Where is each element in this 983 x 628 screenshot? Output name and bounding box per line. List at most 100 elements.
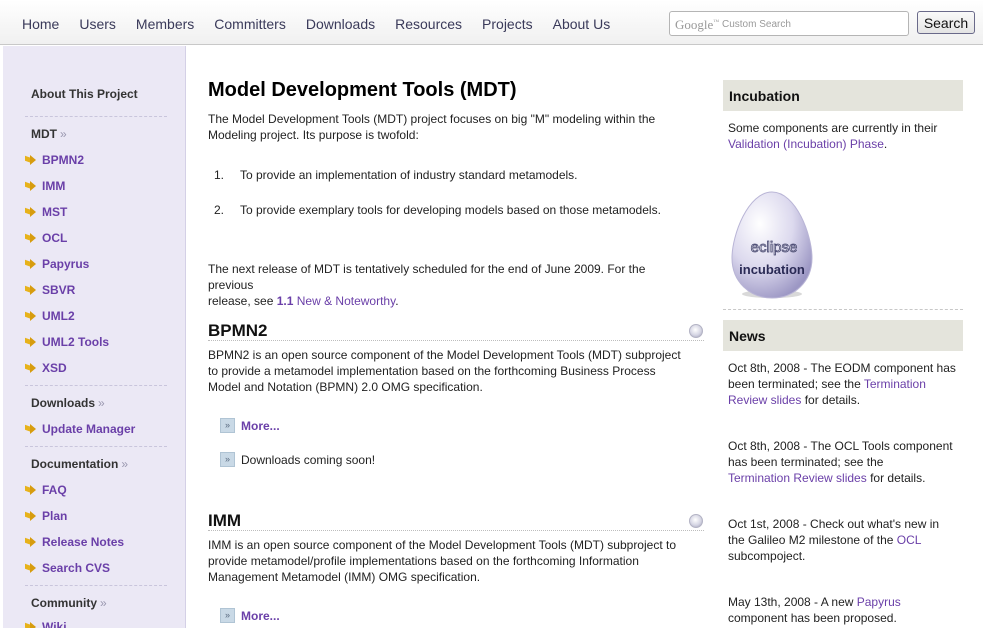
sidebar-item-bpmn2[interactable]: BPMN2 (25, 153, 84, 167)
list-text: To provide exemplary tools for developin… (240, 203, 661, 217)
sidebar-divider (25, 446, 167, 447)
arrow-bullet-icon (25, 311, 37, 321)
intro-paragraph: The Model Development Tools (MDT) projec… (208, 111, 678, 143)
incubation-text: Some components are currently in their V… (728, 120, 964, 152)
bpmn2-downloads-note: » Downloads coming soon! (220, 452, 375, 467)
sidebar-item-sbvr[interactable]: SBVR (25, 283, 75, 297)
sidebar-divider (25, 116, 167, 117)
bpmn2-description: BPMN2 is an open source component of the… (208, 347, 704, 395)
list-text: To provide an implementation of industry… (240, 168, 578, 182)
termination-review-link[interactable]: Termination (864, 377, 926, 391)
description-line: BPMN2 is an open source component of the… (208, 348, 681, 362)
arrow-bullet-icon (25, 155, 37, 165)
description-line: provide metamodel/profile implementation… (208, 554, 639, 568)
release-paragraph: The next release of MDT is tentatively s… (208, 261, 678, 309)
description-line: IMM is an open source component of the M… (208, 538, 676, 552)
news-item: Oct 8th, 2008 - The OCL Tools component … (728, 439, 953, 485)
arrow-bullet-icon (25, 337, 37, 347)
sidebar-item-mst[interactable]: MST (25, 205, 67, 219)
papyrus-link[interactable]: Papyrus (857, 595, 901, 609)
rss-orb-icon[interactable] (689, 514, 703, 528)
sidebar-item-search-cvs[interactable]: Search CVS (25, 561, 110, 575)
arrow-bullet-icon (25, 563, 37, 573)
right-divider (723, 309, 963, 310)
arrow-bullet-icon (25, 259, 37, 269)
list-number: 2. (214, 203, 225, 217)
list-item: 2. To provide exemplary tools for develop… (214, 203, 661, 217)
chevron-right-icon: » (100, 596, 107, 610)
sidebar-item-uml2[interactable]: UML2 (25, 309, 75, 323)
sidebar-community-heading[interactable]: Community» (31, 596, 107, 610)
sidebar-item-xsd[interactable]: XSD (25, 361, 67, 375)
chevron-right-icon: » (60, 127, 67, 141)
double-chevron-icon: » (220, 608, 235, 623)
sidebar-about-heading[interactable]: About This Project (31, 87, 138, 101)
nav-users[interactable]: Users (79, 16, 116, 32)
top-navigation-bar: Home Users Members Committers Downloads … (0, 0, 983, 45)
new-and-noteworthy-link[interactable]: 1.1 New & Noteworthy (277, 294, 396, 308)
main-menu: Home Users Members Committers Downloads … (22, 16, 630, 32)
imm-more-link[interactable]: » More... (220, 608, 280, 623)
ocl-link[interactable]: OCL (897, 533, 922, 547)
news-item: Oct 1st, 2008 - Check out what's new in … (728, 517, 940, 563)
eclipse-incubation-egg-logo[interactable]: eclipse incubation (730, 190, 814, 300)
svg-text:eclipse: eclipse (751, 239, 798, 256)
sidebar-downloads-heading[interactable]: Downloads» (31, 396, 105, 410)
sidebar-item-imm[interactable]: IMM (25, 179, 65, 193)
sidebar-item-wiki[interactable]: Wiki (25, 620, 67, 628)
sidebar-divider (25, 385, 167, 386)
svg-text:incubation: incubation (739, 262, 805, 277)
nav-about-us[interactable]: About Us (553, 16, 611, 32)
imm-description: IMM is an open source component of the M… (208, 537, 704, 585)
nav-members[interactable]: Members (136, 16, 194, 32)
page-title: Model Development Tools (MDT) (208, 79, 517, 101)
arrow-bullet-icon (25, 363, 37, 373)
description-line: Model and Notation (BPMN) 2.0 OMG specif… (208, 380, 483, 394)
nav-committers[interactable]: Committers (214, 16, 286, 32)
arrow-bullet-icon (25, 511, 37, 521)
sidebar-item-update-manager[interactable]: Update Manager (25, 422, 135, 436)
nav-downloads[interactable]: Downloads (306, 16, 375, 32)
release-line: The next release of MDT is tentatively s… (208, 262, 646, 292)
nav-home[interactable]: Home (22, 16, 59, 32)
sidebar-item-papyrus[interactable]: Papyrus (25, 257, 89, 271)
sidebar-item-ocl[interactable]: OCL (25, 231, 67, 245)
news-item: May 13th, 2008 - A new Papyrus component… (728, 595, 901, 625)
incubation-line: Validation (Incubation) Phase. (728, 137, 888, 151)
rss-orb-icon[interactable] (689, 324, 703, 338)
sidebar-item-uml2-tools[interactable]: UML2 Tools (25, 335, 109, 349)
search-button[interactable]: Search (917, 11, 975, 34)
search-input[interactable]: Google™ Custom Search (669, 11, 909, 36)
nav-resources[interactable]: Resources (395, 16, 462, 32)
search-placeholder: Custom Search (722, 19, 791, 30)
chevron-right-icon: » (98, 396, 105, 410)
sidebar-item-faq[interactable]: FAQ (25, 483, 67, 497)
sidebar-item-release-notes[interactable]: Release Notes (25, 535, 124, 549)
section-title-imm: IMM (208, 511, 242, 530)
bpmn2-more-link[interactable]: » More... (220, 418, 280, 433)
termination-review-link[interactable]: Review slides (728, 393, 801, 407)
incubation-phase-link[interactable]: Validation (Incubation) Phase (728, 137, 884, 151)
arrow-bullet-icon (25, 207, 37, 217)
arrow-bullet-icon (25, 622, 37, 628)
nav-projects[interactable]: Projects (482, 16, 533, 32)
arrow-bullet-icon (25, 181, 37, 191)
arrow-bullet-icon (25, 537, 37, 547)
incubation-heading: Incubation (723, 80, 963, 111)
intro-line: The Model Development Tools (MDT) projec… (208, 112, 656, 126)
sidebar-documentation-heading[interactable]: Documentation» (31, 457, 128, 471)
sidebar-item-plan[interactable]: Plan (25, 509, 67, 523)
incubation-line: Some components are currently in their (728, 121, 938, 135)
chevron-right-icon: » (121, 457, 129, 471)
double-chevron-icon: » (220, 452, 235, 467)
section-divider (208, 340, 704, 341)
section-title-bpmn2: BPMN2 (208, 321, 268, 340)
news-heading: News (723, 320, 963, 351)
arrow-bullet-icon (25, 285, 37, 295)
double-chevron-icon: » (220, 418, 235, 433)
termination-review-link[interactable]: Termination Review slides (728, 471, 867, 485)
release-line: release, see 1.1 New & Noteworthy. (208, 294, 399, 308)
sidebar-mdt-heading[interactable]: MDT» (31, 127, 67, 141)
arrow-bullet-icon (25, 485, 37, 495)
description-line: Management Metamodel (IMM) OMG specifica… (208, 570, 481, 584)
